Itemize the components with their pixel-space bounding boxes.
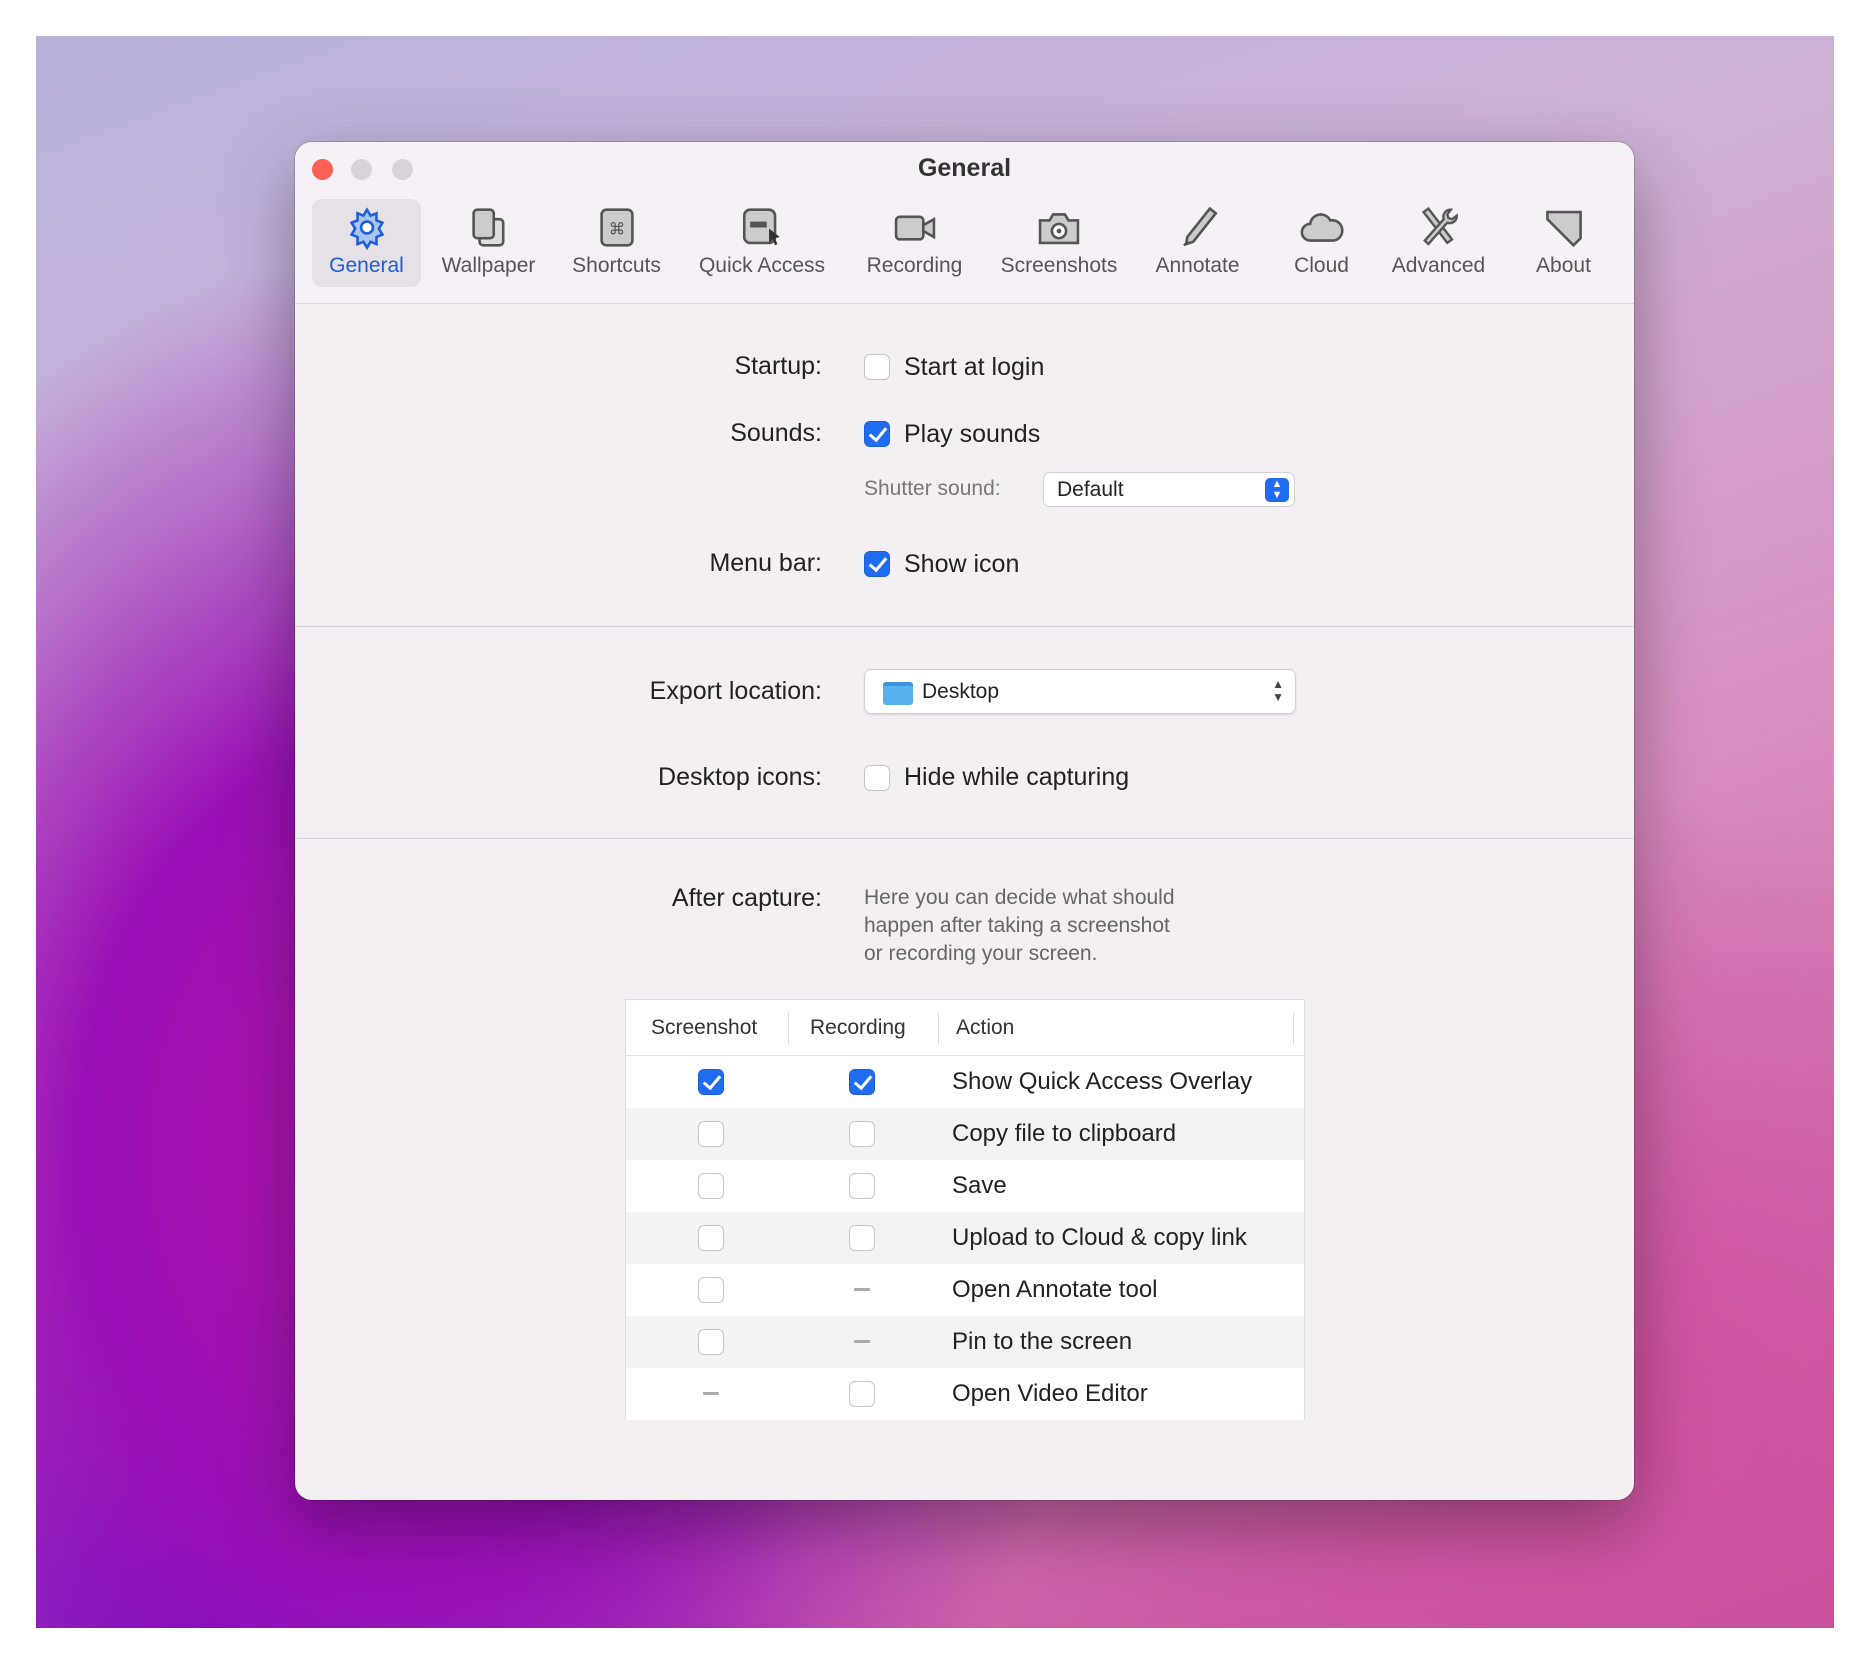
cloud-icon <box>1300 213 1344 242</box>
description-line: or recording your screen. <box>864 942 1098 965</box>
column-header-action[interactable]: Action <box>956 1016 1014 1040</box>
recording-checkbox[interactable] <box>849 1069 875 1095</box>
toolbar: General General Wallpaper ⌘ Shortcuts Quick … <box>295 142 1634 304</box>
after-capture-description: Here you can decide what should happen a… <box>864 884 1175 968</box>
tab-label: About <box>1536 254 1591 277</box>
start-at-login-label: Start at login <box>904 353 1045 381</box>
tab-label: Shortcuts <box>572 254 661 277</box>
tab-recording[interactable]: Recording <box>856 199 973 287</box>
menu-bar-label: Menu bar: <box>709 549 822 577</box>
hide-while-capturing-label: Hide while capturing <box>904 763 1130 791</box>
table-row: Pin to the screen <box>626 1316 1304 1368</box>
screenshot-checkbox[interactable] <box>698 1121 724 1147</box>
camera-icon <box>1038 213 1080 245</box>
shutter-sound-value: Default <box>1057 478 1124 501</box>
start-at-login-checkbox[interactable] <box>864 354 890 380</box>
folder-icon <box>883 682 913 705</box>
recording-checkbox[interactable] <box>849 1121 875 1147</box>
divider <box>295 838 1634 839</box>
tab-annotate[interactable]: Annotate <box>1145 199 1250 287</box>
description-line: happen after taking a screenshot <box>864 914 1170 937</box>
tab-label: Quick Access <box>698 254 826 277</box>
tab-general[interactable]: General <box>312 199 421 287</box>
tab-quick-access[interactable]: Quick Access <box>687 199 837 287</box>
tab-label: Annotate <box>1155 254 1240 277</box>
wallpaper-icon <box>471 208 505 247</box>
tab-label: Wallpaper <box>441 254 536 277</box>
recording-checkbox[interactable] <box>849 1381 875 1407</box>
tab-cloud[interactable]: Cloud <box>1280 199 1363 287</box>
shutter-sound-label: Shutter sound: <box>864 477 1001 500</box>
tab-label: Cloud <box>1294 254 1349 277</box>
video-camera-icon <box>894 215 935 241</box>
tools-icon <box>1421 206 1458 246</box>
export-location-select[interactable]: Desktop ▲ ▼ <box>864 669 1296 714</box>
action-label: Show Quick Access Overlay <box>952 1068 1253 1095</box>
table-row: Save <box>626 1160 1304 1212</box>
description-line: Here you can decide what should <box>864 886 1175 909</box>
window-title: General <box>917 154 1012 182</box>
show-icon-label: Show icon <box>904 550 1020 578</box>
table-row: Upload to Cloud & copy link <box>626 1212 1304 1264</box>
desktop-icons-label: Desktop icons: <box>658 763 822 791</box>
column-header-screenshot[interactable]: Screenshot <box>651 1016 757 1040</box>
action-label: Open Video Editor <box>952 1380 1148 1407</box>
table-row: Show Quick Access Overlay <box>626 1056 1304 1108</box>
divider <box>295 626 1634 627</box>
column-separator <box>938 1012 939 1045</box>
tab-advanced[interactable]: Advanced <box>1380 199 1497 287</box>
tab-wallpaper[interactable]: Wallpaper <box>429 199 548 287</box>
updown-chevron-icon: ▲ ▼ <box>1265 478 1289 502</box>
screenshot-checkbox[interactable] <box>698 1329 724 1355</box>
table-row: Open Video Editor <box>626 1368 1304 1420</box>
screenshot-checkbox[interactable] <box>698 1173 724 1199</box>
tab-label: Screenshots <box>1000 254 1118 277</box>
shutter-sound-select[interactable]: Default ▲ ▼ <box>1043 472 1295 507</box>
after-capture-label: After capture: <box>671 884 822 912</box>
tab-about[interactable]: About <box>1516 199 1611 287</box>
show-icon-checkbox[interactable] <box>864 551 890 577</box>
action-label: Upload to Cloud & copy link <box>952 1224 1247 1251</box>
screenshot-checkbox[interactable] <box>698 1225 724 1251</box>
gear-icon <box>349 207 384 250</box>
startup-label: Startup: <box>734 352 822 380</box>
screenshot-checkbox[interactable] <box>698 1069 724 1095</box>
action-label: Save <box>952 1172 1007 1199</box>
not-applicable-dash <box>854 1340 870 1343</box>
table-row: Open Annotate tool <box>626 1264 1304 1316</box>
updown-chevron-icon: ▲ ▼ <box>1272 677 1284 704</box>
recording-checkbox[interactable] <box>849 1225 875 1251</box>
tab-label: Advanced <box>1391 254 1486 277</box>
column-separator <box>1293 1012 1294 1045</box>
after-capture-table: Screenshot Recording Action Show Quick A… <box>625 999 1305 1420</box>
not-applicable-dash <box>854 1288 870 1291</box>
hide-while-capturing-checkbox[interactable] <box>864 765 890 791</box>
column-header-recording[interactable]: Recording <box>810 1016 906 1040</box>
export-location-value: Desktop <box>922 680 1000 703</box>
quick-access-icon <box>742 208 780 246</box>
tab-label: General <box>329 254 404 277</box>
command-key-icon: ⌘ <box>599 208 634 247</box>
action-label: Open Annotate tool <box>952 1276 1158 1303</box>
table-row: Copy file to clipboard <box>626 1108 1304 1160</box>
recording-checkbox[interactable] <box>849 1173 875 1199</box>
preferences-window: General General Wallpaper ⌘ Shortcuts Quick … <box>295 142 1634 1500</box>
tab-label: Recording <box>866 254 963 277</box>
sounds-label: Sounds: <box>730 419 822 447</box>
not-applicable-dash <box>703 1392 719 1395</box>
screenshot-checkbox[interactable] <box>698 1277 724 1303</box>
play-sounds-label: Play sounds <box>904 420 1041 448</box>
export-location-label: Export location: <box>649 677 822 705</box>
play-sounds-checkbox[interactable] <box>864 421 890 447</box>
tab-screenshots[interactable]: Screenshots <box>990 199 1128 287</box>
svg-text:⌘: ⌘ <box>608 220 625 239</box>
action-label: Copy file to clipboard <box>952 1120 1177 1147</box>
action-label: Pin to the screen <box>952 1328 1133 1355</box>
tab-shortcuts[interactable]: ⌘ Shortcuts <box>560 199 673 287</box>
column-separator <box>788 1012 789 1045</box>
table-header: Screenshot Recording Action <box>626 1000 1304 1056</box>
about-icon <box>1545 210 1582 248</box>
pencil-icon <box>1182 206 1218 247</box>
